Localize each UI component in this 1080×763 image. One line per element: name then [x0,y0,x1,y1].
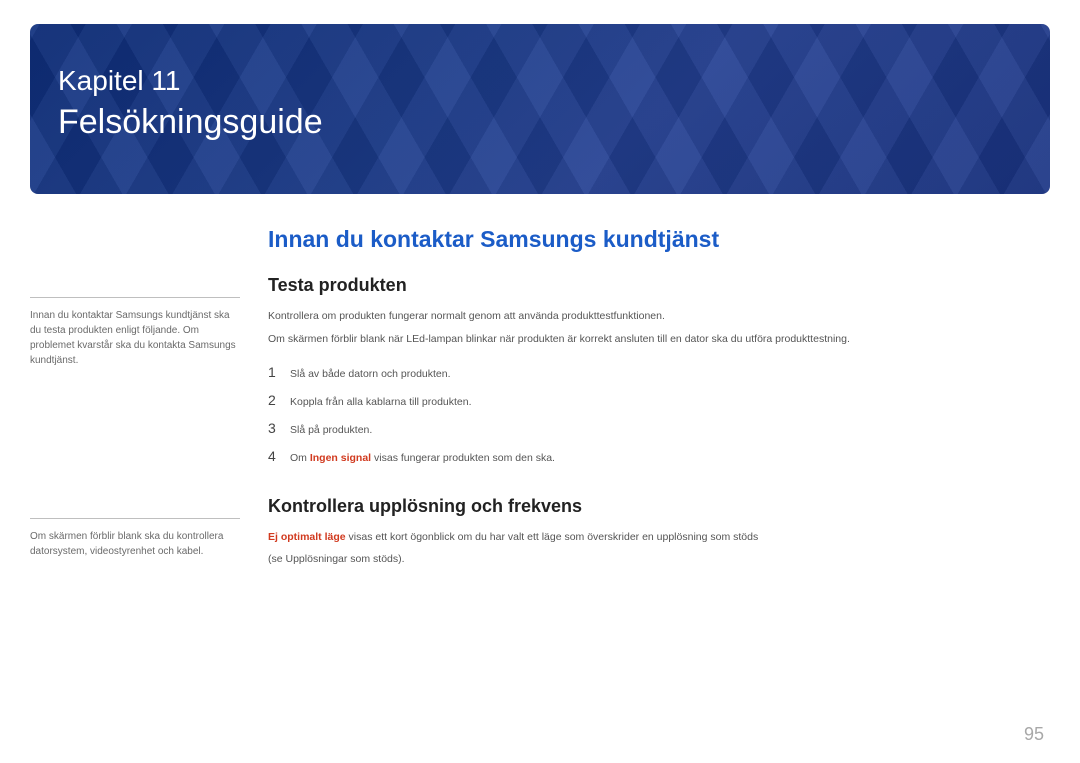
step-text: Koppla från alla kablarna till produkten… [290,396,1050,408]
paragraph: (se Upplösningar som stöds). [268,551,1050,568]
subsection-heading-test: Testa produkten [268,275,1050,296]
highlight-text: Ej optimalt läge [268,531,346,543]
chapter-title: Felsökningsguide [58,102,1022,143]
chapter-banner: Kapitel 11 Felsökningsguide [30,24,1050,194]
text-fragment: Om [290,452,310,464]
text-fragment: visas ett kort ögonblick om du har valt … [346,531,759,543]
page-number: 95 [1024,724,1044,745]
text-fragment: visas fungerar produkten som den ska. [371,452,555,464]
paragraph: Om skärmen förblir blank när LEd-lampan … [268,331,1050,348]
sidebar-note-2: Om skärmen förblir blank ska du kontroll… [30,518,240,559]
step-text: Slå av både datorn och produkten. [290,368,1050,380]
step-number: 3 [268,420,290,436]
paragraph: Ej optimalt läge visas ett kort ögonblic… [268,529,1050,546]
main-column: Innan du kontaktar Samsungs kundtjänst T… [240,226,1050,574]
sidebar: Innan du kontaktar Samsungs kundtjänst s… [30,226,240,574]
document-page: Kapitel 11 Felsökningsguide Innan du kon… [0,0,1080,763]
sidebar-note-1: Innan du kontaktar Samsungs kundtjänst s… [30,297,240,368]
step-number: 4 [268,448,290,464]
step-text: Slå på produkten. [290,424,1050,436]
step-row: 1 Slå av både datorn och produkten. [268,358,1050,386]
step-row: 3 Slå på produkten. [268,414,1050,442]
highlight-text: Ingen signal [310,452,371,464]
section-heading: Innan du kontaktar Samsungs kundtjänst [268,226,1050,253]
paragraph: Kontrollera om produkten fungerar normal… [268,308,1050,325]
chapter-label: Kapitel 11 [58,64,1022,98]
step-number: 1 [268,364,290,380]
content-area: Innan du kontaktar Samsungs kundtjänst s… [30,226,1050,574]
step-row: 4 Om Ingen signal visas fungerar produkt… [268,442,1050,470]
step-text: Om Ingen signal visas fungerar produkten… [290,452,1050,464]
step-number: 2 [268,392,290,408]
subsection-heading-resolution: Kontrollera upplösning och frekvens [268,496,1050,517]
step-row: 2 Koppla från alla kablarna till produkt… [268,386,1050,414]
ordered-steps: 1 Slå av både datorn och produkten. 2 Ko… [268,358,1050,470]
